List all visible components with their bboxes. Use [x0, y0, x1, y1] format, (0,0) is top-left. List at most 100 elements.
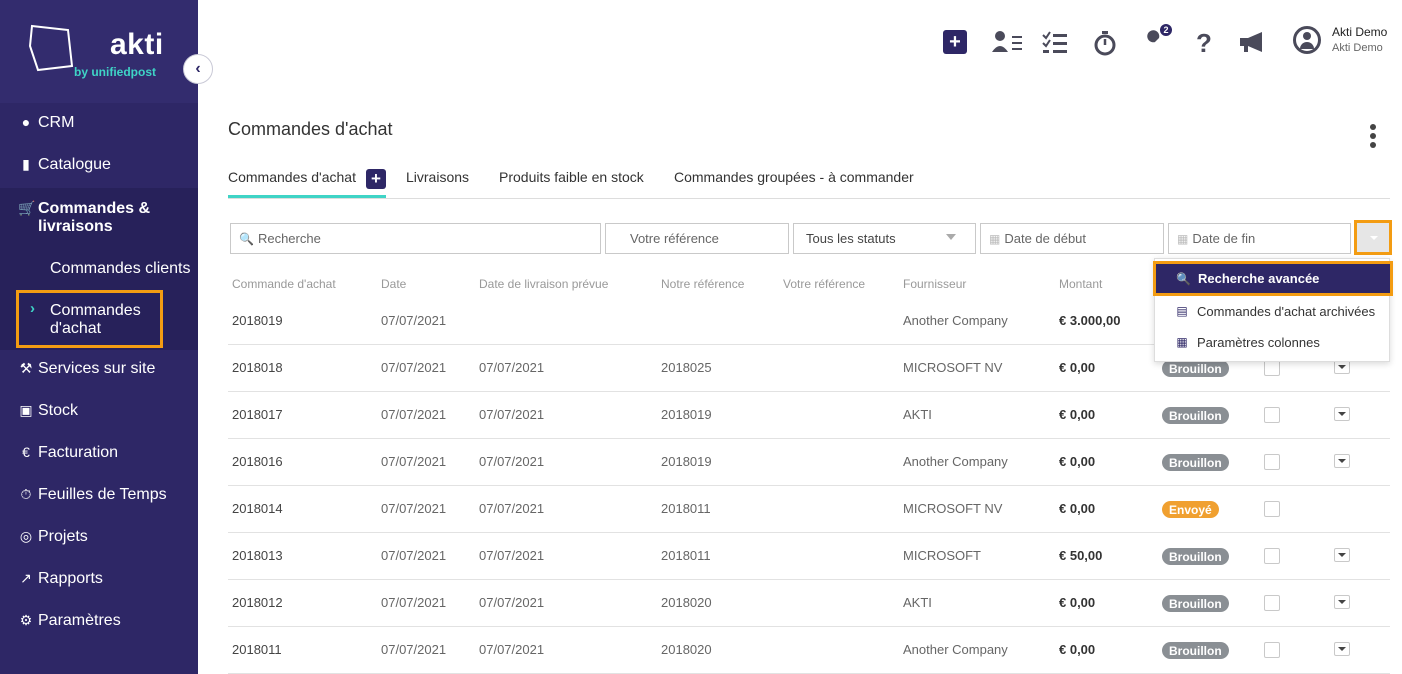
sidebar-item-facturation[interactable]: € Facturation	[0, 444, 198, 466]
menu-item-archivees[interactable]: ▤ Commandes d'achat archivées	[1155, 295, 1391, 327]
sidebar-item-stock[interactable]: ▣ Stock	[0, 402, 198, 424]
cell-our-ref: 2018011	[661, 501, 711, 516]
tab-produits-faible-stock[interactable]: Produits faible en stock	[499, 169, 644, 185]
sidebar-item-feuilles-temps[interactable]: ⏱ Feuilles de Temps	[0, 486, 198, 508]
status-badge: Envoyé	[1162, 501, 1219, 518]
help-icon[interactable]: ?	[1196, 28, 1212, 59]
user-name[interactable]: Akti Demo	[1332, 25, 1387, 39]
add-icon[interactable]: +	[943, 30, 967, 54]
euro-icon: €	[22, 444, 30, 460]
chart-icon: ↗	[20, 570, 32, 586]
row-actions-dropdown[interactable]	[1334, 595, 1350, 609]
sidebar-item-label: Services sur site	[38, 360, 156, 377]
cell-date: 07/07/2021	[381, 548, 447, 563]
megaphone-icon[interactable]	[1238, 30, 1268, 54]
row-actions-dropdown[interactable]	[1334, 407, 1350, 421]
more-options-icon[interactable]	[1368, 124, 1378, 150]
sidebar-item-rapports[interactable]: ↗ Rapports	[0, 570, 198, 592]
page-title: Commandes d'achat	[228, 119, 393, 139]
sidebar-item-crm[interactable]: ● CRM	[0, 114, 198, 136]
cell-supplier: Another Company	[903, 454, 1008, 469]
more-filters-dropdown-button[interactable]	[1354, 220, 1392, 255]
stopwatch-icon: ⏱	[20, 486, 32, 502]
sidebar-item-parametres[interactable]: ⚙ Paramètres	[0, 612, 198, 634]
table-row[interactable]: 2018017 07/07/2021 07/07/2021 2018019 AKTI € …	[228, 392, 1390, 439]
row-checkbox[interactable]	[1264, 407, 1280, 423]
row-actions-dropdown[interactable]	[1334, 642, 1350, 656]
tab-livraisons[interactable]: Livraisons	[406, 169, 469, 185]
menu-item-recherche-avancee[interactable]: 🔍 Recherche avancée	[1153, 261, 1393, 296]
status-value: Tous les statuts	[806, 231, 896, 246]
table-row[interactable]: 2018013 07/07/2021 07/07/2021 2018011 MICROS…	[228, 533, 1390, 580]
user-avatar-icon[interactable]	[1293, 26, 1321, 54]
cell-our-ref: 2018019	[661, 407, 712, 422]
status-badge: Brouillon	[1162, 407, 1229, 424]
search-icon: 🔍	[1176, 271, 1191, 286]
sidebar-collapse-button[interactable]: ‹	[183, 54, 213, 84]
reference-input[interactable]: Votre référence	[605, 223, 789, 254]
cell-our-ref: 2018020	[661, 642, 712, 657]
column-header-notre-ref[interactable]: Notre référence	[661, 277, 744, 291]
column-header-montant[interactable]: Montant	[1059, 277, 1102, 291]
column-header-votre-ref[interactable]: Votre référence	[783, 277, 865, 291]
status-badge: Brouillon	[1162, 595, 1229, 612]
logo-area: akti by unifiedpost	[0, 0, 198, 103]
calendar-icon: ▦	[1177, 231, 1189, 246]
sidebar-item-catalogue[interactable]: ▮ Catalogue	[0, 156, 198, 178]
tasks-icon[interactable]	[1042, 30, 1068, 54]
row-actions-dropdown[interactable]	[1334, 360, 1350, 374]
table-row[interactable]: 2018012 07/07/2021 07/07/2021 2018020 AKTI € …	[228, 580, 1390, 627]
add-order-icon[interactable]: +	[366, 169, 386, 189]
sidebar-item-services[interactable]: ⚒ Services sur site	[0, 360, 198, 382]
row-actions-dropdown[interactable]	[1334, 454, 1350, 468]
menu-item-label: Commandes d'achat archivées	[1197, 303, 1376, 319]
cell-delivery: 07/07/2021	[479, 595, 545, 610]
row-checkbox[interactable]	[1264, 548, 1280, 564]
reference-placeholder: Votre référence	[630, 231, 719, 246]
cell-supplier: MICROSOFT NV	[903, 360, 1003, 375]
start-date-input[interactable]: ▦ Date de début	[980, 223, 1164, 254]
contacts-list-icon[interactable]	[992, 30, 1024, 54]
column-header-livraison[interactable]: Date de livraison prévue	[479, 277, 608, 291]
cell-delivery: 07/07/2021	[479, 454, 545, 469]
cell-delivery: 07/07/2021	[479, 360, 545, 375]
sidebar-subitem-commandes-clients[interactable]: Commandes clients	[50, 260, 191, 278]
cell-supplier: MICROSOFT	[903, 548, 981, 563]
stopwatch-icon[interactable]	[1093, 30, 1117, 56]
logo-icon	[28, 24, 74, 72]
row-checkbox[interactable]	[1264, 642, 1280, 658]
table-row[interactable]: 2018014 07/07/2021 07/07/2021 2018011 MICROS…	[228, 486, 1390, 533]
cell-date: 07/07/2021	[381, 360, 447, 375]
sidebar-item-commandes[interactable]: 🛒 Commandes & livraisons	[0, 188, 198, 250]
column-header-commande[interactable]: Commande d'achat	[232, 277, 336, 291]
active-item-highlight	[16, 290, 163, 348]
sidebar-item-label: Feuilles de Temps	[38, 486, 167, 503]
row-checkbox[interactable]	[1264, 454, 1280, 470]
row-checkbox[interactable]	[1264, 501, 1280, 517]
cell-id: 2018019	[232, 313, 283, 328]
tab-commandes-achat[interactable]: Commandes d'achat	[228, 169, 356, 185]
table-row[interactable]: 2018016 07/07/2021 07/07/2021 2018019 Anothe…	[228, 439, 1390, 486]
book-icon: ▮	[22, 156, 30, 172]
cell-amount: € 0,00	[1059, 642, 1096, 657]
brand-tagline: by unifiedpost	[74, 65, 156, 79]
calendar-icon: ▦	[989, 231, 1001, 246]
cubes-icon: ▣	[19, 402, 33, 418]
cell-amount: € 0,00	[1059, 360, 1096, 375]
sidebar-item-label: CRM	[38, 114, 75, 131]
sidebar-item-projets[interactable]: ◎ Projets	[0, 528, 198, 550]
row-actions-dropdown[interactable]	[1334, 548, 1350, 562]
sidebar-item-label: Catalogue	[38, 156, 111, 173]
menu-item-label: Recherche avancée	[1198, 271, 1320, 286]
cell-date: 07/07/2021	[381, 454, 447, 469]
row-checkbox[interactable]	[1264, 360, 1280, 376]
table-row[interactable]: 2018011 07/07/2021 07/07/2021 2018020 Anothe…	[228, 627, 1390, 674]
cell-date: 07/07/2021	[381, 501, 447, 516]
search-input[interactable]: 🔍 Recherche	[230, 223, 601, 254]
menu-item-parametres-colonnes[interactable]: ▦ Paramètres colonnes	[1155, 326, 1391, 358]
tab-commandes-groupees[interactable]: Commandes groupées - à commander	[674, 169, 914, 185]
column-header-date[interactable]: Date	[381, 277, 406, 291]
end-date-input[interactable]: ▦ Date de fin	[1168, 223, 1351, 254]
row-checkbox[interactable]	[1264, 595, 1280, 611]
column-header-fournisseur[interactable]: Fournisseur	[903, 277, 966, 291]
